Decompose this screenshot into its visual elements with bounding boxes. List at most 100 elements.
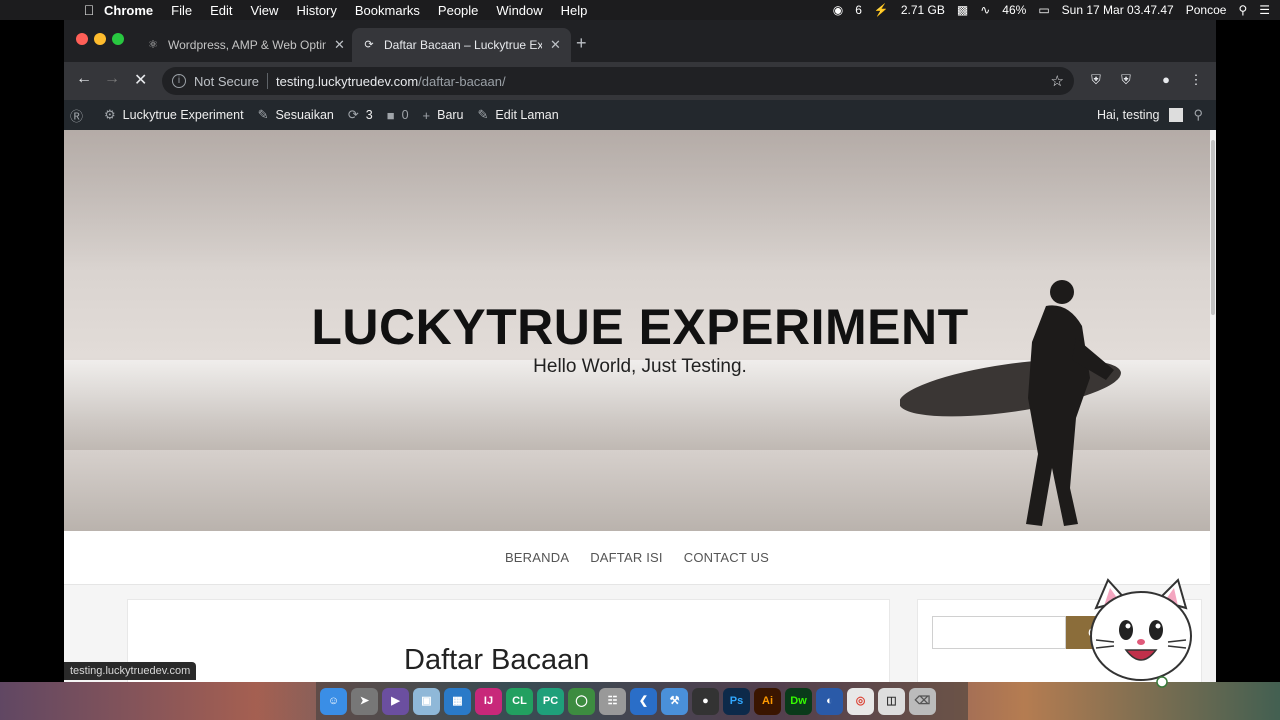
minimize-window-icon[interactable] (94, 33, 106, 45)
photoshop-icon[interactable]: Ps (723, 687, 750, 715)
address-bar[interactable]: i Not Secure testing.luckytruedev.com /d… (162, 67, 1074, 95)
article-card: Daftar Bacaan (127, 599, 890, 682)
edit-page-label: Edit Laman (495, 108, 559, 122)
clock[interactable]: Sun 17 Mar 03.47.47 (1062, 3, 1174, 17)
customize-label: Sesuaikan (275, 108, 334, 122)
macos-dock: ☺ ➤ ▶ ▣ ▦ IJ CL PC ◯ ☷ ❮ ⚒ ● Ps Ai Dw ◐ … (316, 682, 968, 720)
menu-window[interactable]: Window (496, 3, 542, 18)
tab-title: Daftar Bacaan – Luckytrue Exp (384, 38, 542, 52)
figma-icon[interactable]: ● (692, 687, 719, 715)
updates-icon: ⟳ (347, 107, 359, 122)
updates-count: 3 (365, 108, 373, 122)
content-area: Daftar Bacaan C (64, 585, 1216, 682)
cat-mascot-icon (1090, 578, 1192, 688)
android-studio-icon[interactable]: ◯ (568, 687, 595, 715)
site-title[interactable]: LUCKYTRUE EXPERIMENT (64, 298, 1216, 356)
illustrator-icon[interactable]: Ai (754, 687, 781, 715)
finder-icon[interactable]: ☺ (320, 687, 347, 715)
panda-extension-icon[interactable]: ● (1158, 72, 1174, 88)
menu-bookmarks[interactable]: Bookmarks (355, 3, 420, 18)
dashboard-icon: ⚙ (104, 107, 116, 122)
brush-icon: ✎ (257, 107, 269, 122)
shield-extension-icon[interactable]: ⛨ (1088, 72, 1104, 88)
preview-icon[interactable]: ◫ (878, 687, 905, 715)
admin-updates[interactable]: ⟳ 3 (348, 107, 373, 123)
intellij-icon[interactable]: IJ (475, 687, 502, 715)
nav-item-daftar-isi[interactable]: DAFTAR ISI (590, 550, 663, 565)
notification-center-icon[interactable]: ☰ (1259, 3, 1270, 17)
maximize-window-icon[interactable] (112, 33, 124, 45)
scrollbar-thumb[interactable] (1211, 140, 1215, 315)
main-navigation: BERANDA DAFTAR ISI CONTACT US (64, 531, 1216, 585)
memory-readout[interactable]: 2.71 GB (901, 3, 945, 17)
omnibox-divider (267, 73, 269, 89)
clion-icon[interactable]: CL (506, 687, 533, 715)
tab-daftar-bacaan[interactable]: ⟳ Daftar Bacaan – Luckytrue Exp ✕ (352, 28, 571, 62)
close-tab-icon[interactable]: ✕ (334, 37, 345, 53)
developer-tools-icon[interactable]: ⚒ (661, 687, 688, 715)
battery-percent[interactable]: 46% (1002, 3, 1026, 17)
search-icon[interactable]: ⚲ (1193, 107, 1203, 123)
trash-icon[interactable]: ⌫ (909, 687, 936, 715)
bookmark-star-icon[interactable]: ☆ (1051, 72, 1064, 90)
admin-customize[interactable]: ✎ Sesuaikan (258, 107, 334, 123)
plus-icon: + (422, 107, 431, 123)
wp-admin-bar: Ⓡ ⚙ Luckytrue Experiment ✎ Sesuaikan ⟳ 3… (64, 100, 1216, 130)
admin-new[interactable]: + Baru (423, 108, 464, 123)
admin-site-name[interactable]: ⚙ Luckytrue Experiment (104, 107, 244, 123)
new-label: Baru (437, 108, 464, 122)
stop-loading-icon[interactable]: ✕ (134, 70, 147, 90)
tab-wordpress-amp[interactable]: ⚛ Wordpress, AMP & Web Optim ✕ (136, 28, 355, 62)
browser-app-icon[interactable]: ◐ (816, 687, 843, 715)
status-count[interactable]: 6 (855, 3, 862, 17)
page-scrollbar[interactable] (1210, 130, 1216, 682)
chrome-icon[interactable]: ◎ (847, 687, 874, 715)
more-menu-icon[interactable]: ⋮ (1188, 72, 1204, 88)
final-cut-icon[interactable]: ▶ (382, 687, 409, 715)
apple-menu-icon[interactable]:  (74, 2, 104, 18)
close-tab-icon[interactable]: ✕ (550, 37, 561, 53)
new-tab-icon[interactable]: + (576, 33, 587, 54)
bolt-icon[interactable]: ⚡ (874, 3, 889, 17)
pencil-icon: ✎ (477, 107, 489, 122)
database-icon[interactable]: ☷ (599, 687, 626, 715)
search-input[interactable] (932, 616, 1066, 649)
forward-icon[interactable]: → (104, 70, 120, 88)
loading-spinner-icon: ⟳ (364, 39, 374, 51)
close-window-icon[interactable] (76, 33, 88, 45)
security-label[interactable]: Not Secure (194, 74, 259, 89)
menu-app-name[interactable]: Chrome (104, 3, 153, 18)
nav-item-beranda[interactable]: BERANDA (505, 550, 569, 565)
wifi-icon[interactable]: ∿ (980, 3, 990, 17)
launchpad-icon[interactable]: ➤ (351, 687, 378, 715)
pycharm-icon[interactable]: PC (537, 687, 564, 715)
admin-greeting[interactable]: Hai, testing (1097, 108, 1160, 122)
nav-item-contact-us[interactable]: CONTACT US (684, 550, 769, 565)
record-icon[interactable]: ◉ (833, 3, 843, 17)
menu-people[interactable]: People (438, 3, 478, 18)
browser-toolbar: ← → ✕ i Not Secure testing.luckytruedev.… (64, 62, 1216, 100)
spotlight-icon[interactable]: ⚲ (1238, 3, 1247, 17)
admin-edit-page[interactable]: ✎ Edit Laman (478, 107, 559, 123)
tab-title: Wordpress, AMP & Web Optim (168, 38, 326, 52)
back-icon[interactable]: ← (76, 70, 92, 88)
battery-icon[interactable]: ▭ (1038, 3, 1049, 17)
cube-app-icon[interactable]: ▣ (413, 687, 440, 715)
user-name[interactable]: Poncoe (1186, 3, 1227, 17)
menu-file[interactable]: File (171, 3, 192, 18)
vscode-icon[interactable]: ❮ (630, 687, 657, 715)
display-icon[interactable]: ▩ (957, 3, 968, 17)
ublock-extension-icon[interactable]: ⛨ (1118, 72, 1134, 88)
avatar[interactable] (1169, 108, 1184, 122)
wordpress-logo-icon[interactable]: Ⓡ (70, 106, 90, 125)
site-name-label: Luckytrue Experiment (122, 108, 244, 122)
menu-view[interactable]: View (250, 3, 278, 18)
browser-window: ⚛ Wordpress, AMP & Web Optim ✕ ⟳ Daftar … (64, 20, 1216, 682)
trello-icon[interactable]: ▦ (444, 687, 471, 715)
dreamweaver-icon[interactable]: Dw (785, 687, 812, 715)
admin-comments[interactable]: ■ 0 (387, 108, 409, 123)
menu-history[interactable]: History (296, 3, 336, 18)
menu-help[interactable]: Help (561, 3, 588, 18)
info-icon[interactable]: i (172, 74, 186, 88)
menu-edit[interactable]: Edit (210, 3, 232, 18)
